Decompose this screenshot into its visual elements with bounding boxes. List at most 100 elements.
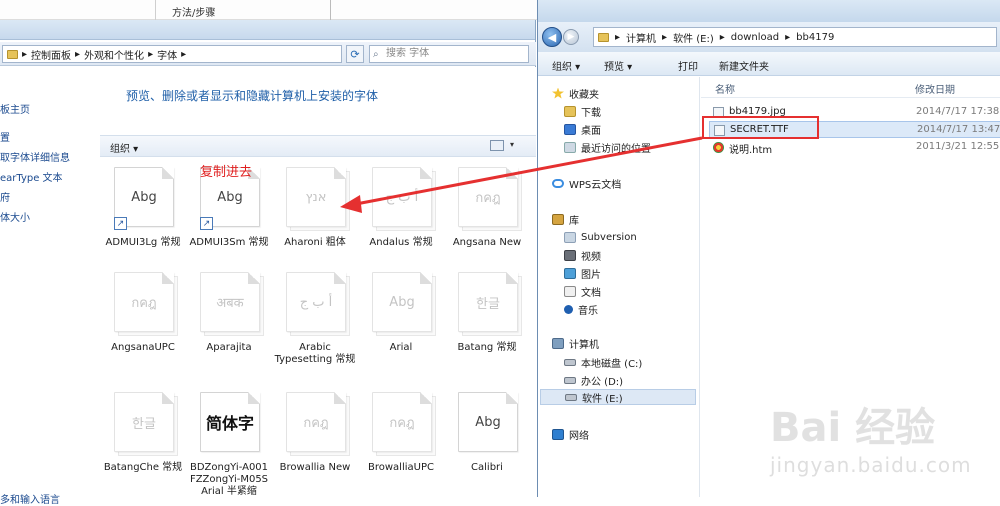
back-button[interactable]: ◀ [542,27,562,47]
organize-button[interactable]: 组织 ▾ [552,58,580,73]
breadcrumb-item[interactable]: 控制面板 [31,47,71,62]
view-options-icon[interactable] [490,140,504,151]
divider [155,0,156,20]
breadcrumb-item[interactable]: 软件 (E:) [673,30,714,45]
chevron-down-icon[interactable]: ▾ [510,140,514,149]
breadcrumb[interactable]: ▸ 计算机 ▸ 软件 (E:) ▸ download ▸ bb4179 [593,27,997,47]
drive-icon [564,376,576,384]
left-nav-pane: 板主页 置 取字体详细信息 earType 文本 府 体大小 多和输入语言 [0,67,100,506]
toolbar: 组织 ▾ ▾ [100,135,536,157]
font-preview-icon: กคฎ [114,272,174,332]
font-item[interactable]: Abg Arial [358,272,444,382]
font-item[interactable]: אנץ Aharoni 粗体 [272,167,358,277]
star-icon [552,87,564,99]
nav-link-font-size[interactable]: 体大小 [0,209,30,224]
file-row[interactable]: 说明.htm 2011/3/21 12:55 [709,139,1000,156]
nav-link-cleartype[interactable]: earType 文本 [0,169,63,184]
font-preview-text: Abg [475,414,501,430]
font-item[interactable]: أ ب ج Arabic Typesetting 常规 [272,272,358,382]
nav-link-find[interactable]: 府 [0,189,10,204]
font-item[interactable]: กคฎ Browallia New [272,392,358,502]
background-tutorial-strip: 方法/步骤 [0,0,560,20]
nav-item-drive-c[interactable]: 本地磁盘 (C:) [564,354,642,370]
font-item[interactable]: 简体字 BDZongYi-A001 FZZongYi-M05S Arial 半紧缩 [186,392,272,502]
breadcrumb-item[interactable]: 计算机 [626,30,656,45]
column-header-modified[interactable]: 修改日期 [915,81,955,96]
font-preview-icon: กคฎ [458,167,518,227]
address-bar: ◀ ▶ ▸ 计算机 ▸ 软件 (E:) ▸ download ▸ bb4179 [538,22,1000,52]
nav-item-drive-e[interactable]: 软件 (E:) [540,389,696,405]
font-preview-text: กคฎ [389,415,415,431]
font-item[interactable]: अबक Aparajita [186,272,272,382]
cloud-icon [552,178,564,188]
page-title: 预览、删除或者显示和隐藏计算机上安装的字体 [126,89,379,103]
font-item[interactable]: Abg ↗ ADMUI3Sm 常规 [186,167,272,277]
font-preview-text: أ ب ج [299,294,333,310]
font-preview-icon: Abg [372,272,432,332]
nav-link-language[interactable]: 多和输入语言 [0,491,60,506]
new-folder-button[interactable]: 新建文件夹 [719,58,769,73]
font-preview-text: Abg [389,294,415,310]
preview-button[interactable]: 预览 ▾ [604,58,632,73]
nav-item-documents[interactable]: 文档 [564,283,601,299]
nav-item-recent[interactable]: 最近访问的位置 [564,139,651,155]
font-item[interactable]: กคฎ Angsana New [444,167,530,277]
breadcrumb-item[interactable]: 字体 [157,47,177,62]
font-preview-icon: אנץ [286,167,346,227]
font-item[interactable]: أ ب ج Andalus 常规 [358,167,444,277]
font-name-label: BDZongYi-A001 FZZongYi-M05S Arial 半紧缩 [189,462,269,497]
nav-item-subversion[interactable]: Subversion [564,229,637,245]
nav-item-music[interactable]: 音乐 [564,301,598,317]
refresh-button[interactable]: ⟳ [346,45,364,63]
nav-link-settings[interactable]: 置 [0,129,10,144]
file-modified-date: 2014/7/17 13:47 [917,124,1000,135]
nav-computer[interactable]: 计算机 [552,335,599,351]
nav-link-home[interactable]: 板主页 [0,101,30,116]
folder-icon [7,49,18,59]
font-preview-text: กคฎ [475,190,501,206]
nav-item-drive-d[interactable]: 办公 (D:) [564,372,623,388]
print-button[interactable]: 打印 [678,58,698,73]
chrome-html-icon [713,142,724,153]
search-input[interactable]: ⌕ 搜索 字体 [369,45,529,63]
nav-item-downloads[interactable]: 下载 [564,103,601,119]
divider [701,97,1000,98]
breadcrumb[interactable]: ▸ 控制面板 ▸ 外观和个性化 ▸ 字体 ▸ [2,45,342,63]
organize-button[interactable]: 组织 ▾ [110,140,138,155]
nav-item-desktop[interactable]: 桌面 [564,121,601,137]
font-item[interactable]: กคฎ AngsanaUPC [100,272,186,382]
font-item[interactable]: 한글 Batang 常规 [444,272,530,382]
font-preview-icon: أ ب ج [286,272,346,332]
nav-library[interactable]: 库 [552,211,579,227]
nav-link-font-info[interactable]: 取字体详细信息 [0,149,70,164]
font-name-label: ADMUI3Lg 常规 [105,237,181,248]
font-item[interactable]: กคฎ BrowalliaUPC [358,392,444,502]
font-preview-icon: กคฎ [372,392,432,452]
font-preview-text: กคฎ [131,295,157,311]
nav-item-videos[interactable]: 视频 [564,247,601,263]
breadcrumb-item[interactable]: bb4179 [796,32,834,43]
drive-icon [564,358,576,366]
font-item[interactable]: 한글 BatangChe 常规 [100,392,186,502]
breadcrumb-item[interactable]: download [731,32,779,43]
nav-item-pictures[interactable]: 图片 [564,265,601,281]
annotation-text: 复制进去 [200,165,253,180]
font-preview-icon: กคฎ [286,392,346,452]
picture-icon [564,267,576,279]
folder-icon [598,32,609,42]
desktop-icon [564,123,576,135]
font-preview-text: Abg [131,189,157,205]
font-name-label: Andalus 常规 [369,237,433,248]
subversion-icon [564,231,576,243]
forward-button[interactable]: ▶ [563,29,579,45]
library-icon [552,213,564,225]
watermark: Bai 经验 jingyan.baidu.com [770,395,995,485]
nav-item-wps[interactable]: WPS云文档 [552,175,621,191]
font-item[interactable]: Abg ↗ ADMUI3Lg 常规 [100,167,186,277]
nav-network[interactable]: 网络 [552,426,589,442]
nav-favorites[interactable]: 收藏夹 [552,85,599,101]
column-header-name[interactable]: 名称 [715,81,735,96]
font-name-label: Arabic Typesetting 常规 [274,342,356,365]
font-item[interactable]: Abg Calibri [444,392,530,502]
breadcrumb-item[interactable]: 外观和个性化 [84,47,144,62]
